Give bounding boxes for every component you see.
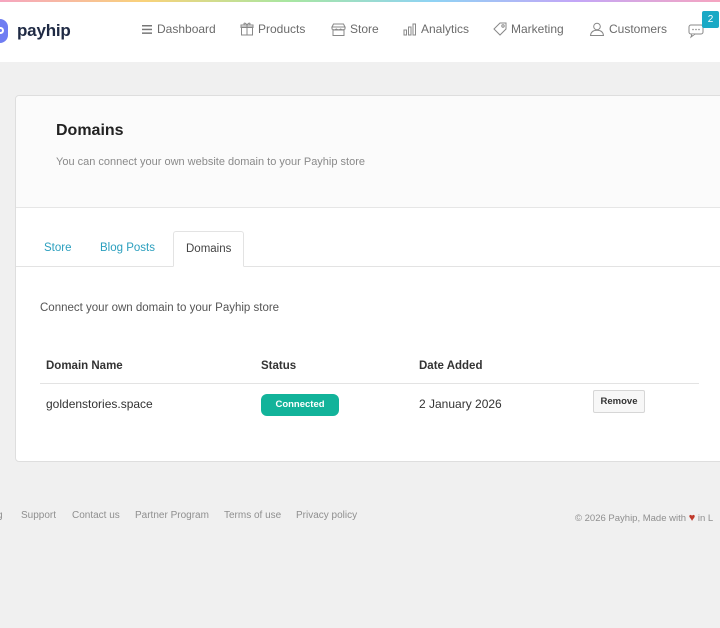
storefront-icon bbox=[331, 23, 346, 36]
nav-item-store[interactable]: Store bbox=[331, 22, 379, 36]
user-icon bbox=[589, 22, 605, 36]
column-header-date-added: Date Added bbox=[419, 360, 483, 372]
top-navigation-bar: payhip Dashboard Products Store Analytic… bbox=[0, 0, 720, 62]
card-header: Domains You can connect your own website… bbox=[16, 96, 720, 208]
table-header-divider bbox=[40, 383, 699, 384]
nav-item-dashboard[interactable]: Dashboard bbox=[141, 22, 216, 36]
copyright-text: © 2026 Payhip, Made with bbox=[575, 513, 687, 524]
bar-chart-icon bbox=[403, 23, 416, 36]
domains-intro-text: Connect your own domain to your Payhip s… bbox=[40, 302, 280, 314]
page-subtitle: You can connect your own website domain … bbox=[56, 156, 365, 168]
nav-label: Marketing bbox=[511, 22, 564, 36]
date-added-cell: 2 January 2026 bbox=[419, 397, 502, 411]
nav-label: Dashboard bbox=[157, 22, 216, 36]
settings-tabs: Store Blog Posts Domains bbox=[16, 207, 720, 267]
footer-link-partner-program[interactable]: Partner Program bbox=[135, 510, 209, 521]
copyright-location: in L bbox=[697, 513, 714, 524]
nav-item-customers[interactable]: Customers bbox=[589, 22, 667, 36]
nav-label: Customers bbox=[609, 22, 668, 36]
nav-item-analytics[interactable]: Analytics bbox=[403, 22, 469, 36]
tag-icon bbox=[493, 22, 507, 36]
footer-copyright: © 2026 Payhip, Made with ♥ in L bbox=[575, 512, 713, 524]
tab-domains[interactable]: Domains bbox=[173, 231, 245, 267]
domain-name-cell: goldenstories.space bbox=[46, 397, 153, 411]
page-title: Domains bbox=[56, 122, 124, 139]
footer-link-truncated[interactable]: g bbox=[0, 510, 3, 521]
nav-label: Analytics bbox=[421, 22, 470, 36]
chat-notification-badge: 2 bbox=[702, 11, 719, 28]
footer-link-terms[interactable]: Terms of use bbox=[224, 510, 281, 521]
status-badge: Connected bbox=[261, 394, 339, 416]
gift-icon bbox=[240, 22, 254, 36]
nav-item-marketing[interactable]: Marketing bbox=[493, 22, 564, 36]
domains-card: Domains You can connect your own website… bbox=[15, 95, 720, 462]
nav-label: Products bbox=[258, 22, 306, 36]
remove-domain-button[interactable]: Remove bbox=[593, 390, 645, 413]
chat-button[interactable]: 2 bbox=[686, 11, 720, 46]
main-nav: Dashboard Products Store Analytics Marke… bbox=[0, 22, 720, 40]
tab-blog-posts[interactable]: Blog Posts bbox=[100, 231, 155, 265]
nav-item-products[interactable]: Products bbox=[240, 22, 305, 36]
footer-link-privacy[interactable]: Privacy policy bbox=[296, 510, 357, 521]
tab-store[interactable]: Store bbox=[44, 231, 72, 265]
column-header-status: Status bbox=[261, 360, 297, 372]
column-header-domain-name: Domain Name bbox=[46, 360, 123, 372]
heart-icon: ♥ bbox=[688, 512, 696, 524]
menu-lines-icon bbox=[142, 24, 152, 34]
footer-link-support[interactable]: Support bbox=[21, 510, 56, 521]
nav-label: Store bbox=[350, 22, 379, 36]
footer-link-contact[interactable]: Contact us bbox=[72, 510, 120, 521]
top-accent-stripe bbox=[0, 0, 720, 2]
